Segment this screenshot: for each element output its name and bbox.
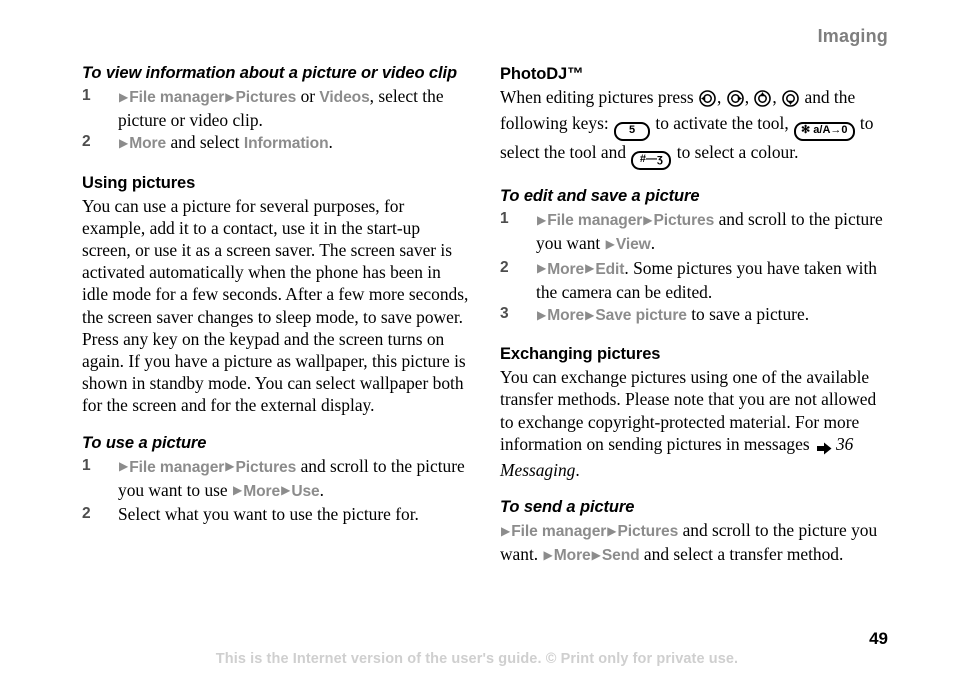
running-header-chapter: Imaging — [817, 26, 888, 46]
procedure-step: 2 ▶More and select Information. — [82, 132, 333, 153]
right-column: PhotoDJ™ When editing pictures press , ,… — [500, 64, 888, 568]
menu-arrow-icon: ▶ — [543, 547, 553, 562]
menu-arrow-icon: ▶ — [643, 212, 653, 227]
menu-arrow-icon: ▶ — [281, 483, 291, 498]
menu-arrow-icon: ▶ — [119, 89, 129, 104]
menu-term: Pictures — [235, 89, 297, 106]
footer-copyright-note: This is the Internet version of the user… — [215, 651, 739, 667]
menu-term: Send — [601, 547, 640, 565]
menu-arrow-icon: ▶ — [591, 547, 601, 562]
menu-term: More — [129, 135, 167, 153]
key-hash-icon: #—ʒ — [631, 151, 672, 171]
menu-term: File manager — [547, 212, 643, 230]
steps-to-use-a-picture: 1 ▶File manager▶Pictures and scroll to th… — [82, 455, 470, 526]
heading-to-use-a-picture: To use a picture — [82, 433, 207, 452]
manual-page: Imaging To view information about a pict… — [0, 0, 954, 677]
menu-term: Videos — [319, 89, 370, 106]
step-number: 1 — [82, 87, 91, 104]
heading-to-edit-and-save: To edit and save a picture — [500, 187, 700, 206]
nav-left-key-icon — [699, 90, 716, 112]
menu-term: Save picture — [595, 307, 687, 325]
menu-term: Pictures — [617, 523, 679, 541]
menu-arrow-icon: ▶ — [607, 523, 617, 538]
nav-down-key-icon — [782, 90, 799, 112]
procedure-step: 2 ▶More▶Edit. Some pictures you have take… — [500, 257, 877, 302]
menu-arrow-icon: ▶ — [119, 135, 129, 150]
menu-term: Information — [243, 135, 329, 153]
step-number: 2 — [82, 505, 91, 523]
menu-arrow-icon: ▶ — [537, 307, 547, 322]
paragraph-exchanging-pictures: You can exchange pictures using one of t… — [500, 367, 877, 481]
menu-arrow-icon: ▶ — [585, 261, 595, 276]
menu-arrow-icon: ▶ — [233, 483, 243, 498]
menu-term: More — [547, 307, 585, 325]
menu-term: Pictures — [653, 212, 715, 230]
menu-term: File manager — [129, 89, 225, 106]
heading-to-send-a-picture: To send a picture — [500, 498, 635, 517]
menu-term: File manager — [511, 523, 607, 541]
menu-arrow-icon: ▶ — [537, 212, 547, 227]
key-star-icon: ✻ a/A→0 — [794, 122, 855, 142]
menu-arrow-icon: ▶ — [225, 89, 235, 104]
menu-arrow-icon: ▶ — [585, 307, 595, 322]
step-number: 1 — [82, 456, 91, 474]
step-number: 2 — [500, 258, 509, 276]
step-number: 1 — [500, 210, 509, 228]
nav-right-key-icon — [726, 90, 744, 112]
menu-arrow-icon: ▶ — [537, 261, 547, 276]
menu-arrow-icon: ▶ — [225, 459, 235, 474]
steps-to-view-information: 1 ▶File manager▶Pictures or Videos, selec… — [82, 85, 470, 156]
step-to-send-a-picture: ▶File manager▶Pictures and scroll to the… — [500, 520, 878, 565]
heading-exchanging-pictures: Exchanging pictures — [500, 345, 661, 364]
steps-to-edit-and-save: 1 ▶File manager▶Pictures and scroll to th… — [500, 208, 888, 327]
left-column: To view information about a picture or v… — [82, 64, 470, 568]
menu-term: Use — [291, 482, 320, 500]
menu-term: More — [553, 547, 591, 565]
menu-term: View — [615, 236, 651, 254]
procedure-step: 1 ▶File manager▶Pictures and scroll to th… — [500, 209, 883, 254]
heading-photodj: PhotoDJ™ — [500, 65, 584, 83]
heading-to-view-information: To view information about a picture or v… — [82, 64, 457, 82]
menu-term: More — [547, 260, 585, 278]
procedure-step: 1 ▶File manager▶Pictures or Videos, selec… — [82, 86, 444, 131]
two-column-body: To view information about a picture or v… — [82, 64, 888, 568]
menu-term: More — [243, 482, 281, 500]
menu-arrow-icon: ▶ — [501, 523, 511, 538]
paragraph-using-pictures: You can use a picture for several purpos… — [82, 195, 469, 416]
menu-term: File manager — [129, 458, 225, 476]
key-5-icon: 5 — [614, 122, 651, 142]
cross-reference-arrow-icon — [815, 437, 835, 459]
cross-reference: 36 Messaging — [500, 433, 854, 481]
step-number: 2 — [82, 133, 91, 151]
nav-up-key-icon — [754, 90, 772, 112]
menu-term: Pictures — [235, 458, 297, 476]
menu-arrow-icon: ▶ — [605, 236, 615, 251]
menu-arrow-icon: ▶ — [119, 459, 129, 474]
procedure-step: 1 ▶File manager▶Pictures and scroll to th… — [82, 455, 465, 500]
menu-term: Edit — [595, 260, 625, 278]
procedure-step: 2 Select what you want to use the picture… — [82, 504, 419, 525]
procedure-step: 3 ▶More▶Save picture to save a picture. — [500, 304, 810, 325]
step-number: 3 — [500, 305, 509, 323]
paragraph-photodj: When editing pictures press , , , and th… — [500, 86, 888, 171]
heading-using-pictures: Using pictures — [82, 173, 196, 192]
page-number: 49 — [869, 629, 888, 648]
